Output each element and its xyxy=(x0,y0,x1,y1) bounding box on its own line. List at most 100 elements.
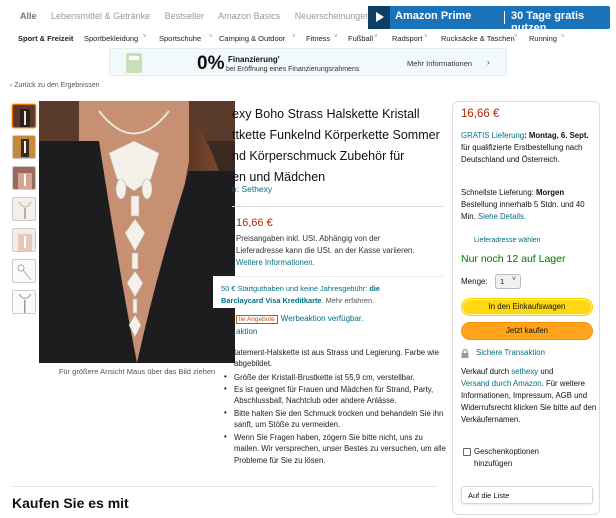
price-note: Preisangaben inkl. USt. Abhängig von der… xyxy=(236,233,446,269)
bullet-item: Größe der Kristall-Brustkette ist 55,9 c… xyxy=(234,372,446,383)
offer-text-strong: die xyxy=(369,284,381,293)
necklace-thumbnail-image xyxy=(13,229,35,251)
necklace-thumbnail-image xyxy=(13,136,35,158)
divider xyxy=(12,486,438,487)
category-link[interactable]: Amazon Basics xyxy=(218,11,280,21)
chevron-down-icon: ˅ xyxy=(374,34,378,40)
add-to-list-button[interactable]: Auf die Liste xyxy=(461,486,593,504)
bullet-text: Es ist geeignet für Frauen und Mädchen f… xyxy=(234,385,434,406)
chevron-down-icon: ˅ xyxy=(561,34,565,40)
stock-status: Nur noch 12 auf Lager xyxy=(461,253,566,265)
deal-row: lle Angebote Werbeaktion verfügbar. xyxy=(236,314,363,324)
thumbnail[interactable] xyxy=(12,135,36,159)
bullet-dot: • xyxy=(224,384,227,393)
learn-more-link[interactable]: . Mehr erfahren. xyxy=(322,296,375,305)
play-icon xyxy=(368,6,390,29)
promotion-available-text: Werbeaktion verfügbar. xyxy=(280,314,364,323)
subnav-item[interactable]: Fußball xyxy=(348,34,373,43)
add-to-list-label: Auf die Liste xyxy=(468,491,510,500)
buy-now-button[interactable]: Jetzt kaufen xyxy=(461,322,593,340)
bullet-item: tatement-Halskette ist aus Strass und Le… xyxy=(234,347,446,370)
product-title: exy Boho Strass Halskette Kristall ttket… xyxy=(232,104,448,188)
buybox-price: 16,66 € xyxy=(461,108,500,120)
bullet-text: Wenn Sie Fragen haben, zögern Sie bitte … xyxy=(234,433,446,465)
divider xyxy=(232,206,444,207)
financing-title: Finanzierung' xyxy=(228,55,280,64)
delivery-note: für qualifizierte Erstbestellung nach De… xyxy=(461,143,583,164)
seller-text: Verkauf durch xyxy=(461,367,512,376)
subnav-item[interactable]: Rucksäcke & Taschen xyxy=(441,34,515,43)
subnav-item[interactable]: Sport & Freizeit xyxy=(18,34,73,43)
subnav-item[interactable]: Fitness xyxy=(306,34,330,43)
subnav-item[interactable]: Camping & Outdoor xyxy=(219,34,285,43)
frequently-bought-heading: Kaufen Sie es mit xyxy=(12,495,129,511)
product-main-image[interactable] xyxy=(39,101,235,363)
chevron-right-icon: › xyxy=(487,58,490,67)
quantity-value: 1 xyxy=(500,277,505,286)
bullet-text: Bitte halten Sie den Schmuck trocken und… xyxy=(234,409,444,430)
chevron-down-icon: ˅ xyxy=(209,34,213,40)
seller-text: und xyxy=(538,367,554,376)
necklace-thumbnail-image xyxy=(13,260,35,282)
subnav-item[interactable]: Running xyxy=(529,34,557,43)
price-note-line: Lieferadresse kann die USt. an der Kasse… xyxy=(236,246,415,255)
category-link[interactable]: Neuerscheinungen xyxy=(295,11,371,21)
brand-link[interactable]: n: Sethexy xyxy=(232,184,272,194)
fastest-label: Schnellste Lieferung: xyxy=(461,188,536,197)
lock-icon xyxy=(461,349,469,358)
prime-banner[interactable]: Amazon Prime 30 Tage gratis nutzen xyxy=(368,6,610,34)
product-price: 16,66 € xyxy=(236,217,273,229)
sub-nav: Sport & Freizeit Sportbekleidung ˅ Sport… xyxy=(0,32,616,48)
title-line: nd Körperschmuck Zubehör für xyxy=(232,149,405,163)
back-to-results-link[interactable]: ‹ Zurück zu den Ergebnissen xyxy=(10,82,100,89)
thumbnail[interactable] xyxy=(12,166,36,190)
add-to-cart-button[interactable]: In den Einkaufswagen xyxy=(461,298,593,316)
chevron-down-icon: ˅ xyxy=(514,34,518,40)
card-name: Barclaycard Visa Kreditkarte xyxy=(221,296,322,305)
deal-badge[interactable]: lle Angebote xyxy=(236,315,278,324)
barclaycard-offer[interactable]: 50 € Startguthaben und keine Jahresgebüh… xyxy=(213,276,445,308)
bullet-dot: • xyxy=(224,372,227,381)
bullet-item: Es ist geeignet für Frauen und Mädchen f… xyxy=(234,384,446,407)
fastest-delivery: Schnellste Lieferung: Morgen Bestellung … xyxy=(461,187,593,223)
seller-link[interactable]: sethexy xyxy=(511,367,538,376)
subnav-item[interactable]: Sportschuhe xyxy=(159,34,201,43)
quantity-select[interactable]: 1 ˅ xyxy=(495,274,521,289)
subnav-item[interactable]: Radsport xyxy=(392,34,422,43)
thumbnail[interactable] xyxy=(12,104,36,128)
address-text: Lieferadresse wählen xyxy=(474,237,541,244)
choose-address-link[interactable]: Lieferadresse wählen xyxy=(474,237,541,244)
necklace-photo xyxy=(39,101,235,363)
category-link[interactable]: Lebensmittel & Getränke xyxy=(51,11,150,21)
more-info-link[interactable]: Mehr Informationen xyxy=(407,59,472,68)
more-info-link[interactable]: Weitere Informationen. xyxy=(236,257,446,269)
secure-transaction-link[interactable]: Sichere Transaktion xyxy=(476,348,545,357)
necklace-thumbnail-image xyxy=(13,105,35,127)
financing-banner[interactable]: 0% Finanzierung' bei Eröffnung eines Fin… xyxy=(109,48,507,76)
gift-line: Geschenkoptionen xyxy=(474,447,540,456)
details-link[interactable]: Siehe Details. xyxy=(478,212,526,221)
chevron-down-icon: ˅ xyxy=(511,276,516,283)
fulfilled-by-amazon-link[interactable]: Versand durch Amazon xyxy=(461,379,542,388)
thumbnail[interactable] xyxy=(12,197,36,221)
bullet-dot: • xyxy=(224,408,227,417)
category-links: Alle Lebensmittel & Getränke Bestseller … xyxy=(20,11,382,21)
delivery-date: : Montag, 6. Sept. xyxy=(524,131,589,140)
offer-text-part: 50 € Startguthaben und keine Jahresgebüh… xyxy=(221,284,370,293)
thumbnail[interactable] xyxy=(12,290,36,314)
promotion-link[interactable]: aktion xyxy=(236,327,257,336)
category-link-all[interactable]: Alle xyxy=(20,11,37,21)
divider xyxy=(504,11,505,24)
thumbnail[interactable] xyxy=(12,259,36,283)
free-delivery-link[interactable]: GRATIS Lieferung xyxy=(461,131,524,140)
prime-banner-title: Amazon Prime xyxy=(395,10,472,22)
subnav-item[interactable]: Sportbekleidung xyxy=(84,34,138,43)
fastest-day: Morgen xyxy=(535,188,565,197)
thumbnail[interactable] xyxy=(12,228,36,252)
financing-subtitle: bei Eröffnung eines Finanzierungsrahmens xyxy=(226,66,360,73)
bullet-item: Bitte halten Sie den Schmuck trocken und… xyxy=(234,408,446,431)
gift-options-checkbox[interactable] xyxy=(463,448,471,456)
category-link[interactable]: Bestseller xyxy=(165,11,205,21)
price-note-line: Preisangaben inkl. USt. Abhängig von der xyxy=(236,234,381,243)
prime-banner-cta: 30 Tage gratis nutzen xyxy=(511,10,585,34)
